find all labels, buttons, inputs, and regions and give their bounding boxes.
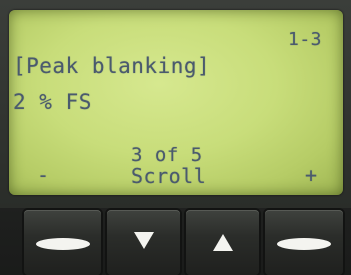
right-softkey-button[interactable]: [265, 210, 343, 275]
down-button[interactable]: [107, 210, 180, 275]
parameter-title: [Peak blanking]: [13, 54, 211, 78]
dash-icon: [277, 238, 331, 250]
device-panel: 1-3 [Peak blanking] 2 % FS - 3 of 5 Scro…: [0, 0, 351, 275]
parameter-value: 2 % FS: [13, 90, 92, 114]
mode-label: Scroll: [131, 164, 207, 188]
left-softkey-button[interactable]: [24, 210, 101, 275]
right-softkey-label: +: [305, 163, 318, 187]
page-indicator: 1-3: [288, 29, 323, 50]
triangle-up-icon: [212, 234, 233, 251]
dash-icon: [35, 238, 90, 250]
item-counter: 3 of 5: [131, 144, 203, 166]
keypad: [0, 210, 351, 275]
lcd-display: 1-3 [Peak blanking] 2 % FS - 3 of 5 Scro…: [9, 10, 343, 195]
triangle-down-icon: [133, 232, 154, 249]
left-softkey-label: -: [37, 163, 50, 187]
up-button[interactable]: [186, 210, 259, 275]
